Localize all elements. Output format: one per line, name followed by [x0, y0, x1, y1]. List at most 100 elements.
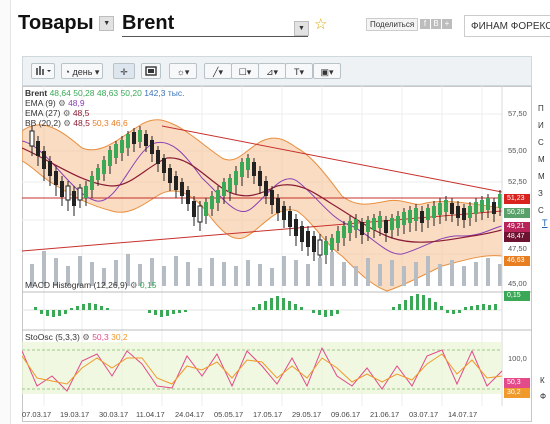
date-tick: 11.04.17 — [136, 410, 165, 419]
price-tick: 55,00 — [508, 146, 527, 155]
instrument-name: Brent — [122, 12, 175, 34]
legend-high: 50,28 — [73, 88, 95, 98]
bb-label: BB (20,2) — [25, 118, 61, 128]
favorite-star-icon[interactable]: ☆ — [314, 15, 327, 33]
macd-value: 0,15 — [139, 280, 157, 290]
bb-mid-value: 48,5 — [73, 118, 90, 128]
ema9-label: EMA (9) — [25, 98, 56, 108]
crosshair-icon: ✛ — [120, 67, 128, 77]
ema9-value: 48,9 — [68, 98, 85, 108]
bb-upper-value: 50,3 — [92, 118, 109, 128]
price-tag-bb-lower: 46,63 — [504, 256, 530, 266]
legend-open: 48,64 — [49, 88, 71, 98]
sto-top-tick: 100,0 — [508, 354, 527, 363]
date-tick: 24.04.17 — [175, 410, 205, 419]
chart-toolbar: ◔ день ▾ ✛ ☼▾ ╱▾ ☐▾ ⊿▾ T▾ ▣▾ — [22, 56, 532, 86]
instrument-selector[interactable]: Brent — [122, 12, 174, 35]
sto-k-tag: 50,3 — [504, 378, 530, 388]
macd-label: MACD Histogram (12,26,9) — [25, 280, 128, 290]
shapes-button[interactable]: ☐▾ — [231, 63, 259, 79]
legend-volume: 142,3 тыс. — [144, 88, 185, 98]
info-row: С — [538, 138, 544, 147]
page-title[interactable]: Товары ▼ — [18, 12, 115, 35]
clock-icon: ◔ — [64, 67, 70, 77]
price-tag-bb-upper: 49,21 — [504, 222, 530, 232]
fullscreen-button[interactable] — [141, 63, 161, 79]
right-panel-link[interactable]: Т — [542, 218, 548, 228]
fib-tools-button[interactable]: ⊿▾ — [258, 63, 286, 79]
info-row: П — [538, 104, 544, 113]
legend-sto[interactable]: StoOsc (5,3,3) ⚙ 50,3 30,2 — [25, 332, 128, 343]
bb-lower-value: 46,6 — [111, 118, 128, 128]
ema27-label: EMA (27) — [25, 108, 61, 118]
info-row: И — [538, 121, 544, 130]
bar-chart-icon — [36, 66, 51, 75]
legend-macd[interactable]: MACD Histogram (12,26,9) ⚙ 0,15 — [25, 280, 156, 291]
draw-line-icon: ╱▾ — [213, 67, 223, 77]
broker-search-field[interactable]: ФИНАМ ФОРЕКС — [464, 15, 550, 37]
ema9-settings-icon[interactable]: ⚙ — [58, 98, 66, 108]
info-row: С — [538, 206, 544, 215]
indicators-icon: ☼▾ — [176, 67, 190, 77]
left-rail — [0, 0, 11, 424]
image-export-icon: ▣▾ — [320, 67, 334, 77]
info-row: З — [538, 189, 543, 198]
price-tag-level: 51,23 — [504, 194, 530, 204]
image-export-button[interactable]: ▣▾ — [313, 63, 341, 79]
legend-bb[interactable]: BB (20,2) ⚙ 48,5 50,3 46,6 — [25, 118, 128, 129]
crosshair-button[interactable]: ✛ — [113, 63, 135, 79]
draw-line-button[interactable]: ╱▾ — [204, 63, 232, 79]
price-tag-last: 50,28 — [504, 208, 530, 218]
legend-main: Brent 48,64 50,28 48,63 50,20 142,3 тыс. — [25, 88, 184, 98]
price-tick: 47,50 — [508, 244, 527, 253]
chart-type-button[interactable] — [31, 63, 55, 79]
text-tool-button[interactable]: T▾ — [285, 63, 313, 79]
ema27-settings-icon[interactable]: ⚙ — [63, 108, 71, 118]
date-tick: 09.06.17 — [331, 410, 361, 419]
indicators-button[interactable]: ☼▾ — [169, 63, 197, 79]
date-tick: 07.03.17 — [22, 410, 52, 419]
category-dropdown-arrow-icon[interactable]: ▼ — [99, 16, 115, 32]
price-tag-ema: 48,47 — [504, 232, 530, 242]
fib-tools-icon: ⊿▾ — [265, 67, 279, 77]
facebook-share-icon[interactable]: f — [420, 19, 430, 29]
sto-k-value: 50,3 — [92, 332, 109, 342]
share-button[interactable]: Поделиться — [366, 18, 419, 31]
legend-low: 48,63 — [96, 88, 119, 98]
right-panel-bottom-1: К — [540, 376, 545, 385]
info-row: М — [538, 172, 545, 181]
period-button[interactable]: ◔ день ▾ — [61, 63, 103, 79]
sto-settings-icon[interactable]: ⚙ — [82, 332, 90, 342]
sto-label: StoOsc (5,3,3) — [25, 332, 80, 342]
instrument-underline — [122, 36, 308, 37]
text-tool-icon: T — [293, 67, 300, 77]
legend-close: 50,20 — [120, 88, 142, 98]
date-tick: 30.03.17 — [99, 410, 129, 419]
price-chart-svg[interactable] — [22, 86, 532, 422]
price-tick: 57,50 — [508, 109, 527, 118]
fullscreen-icon — [145, 66, 157, 76]
sto-d-value: 30,2 — [111, 332, 128, 342]
sto-d-tag: 30,2 — [504, 388, 530, 398]
price-tick: 52,50 — [508, 177, 527, 186]
right-panel-bottom-2: Ф — [540, 392, 547, 401]
category-title: Товары — [18, 12, 94, 34]
date-tick: 14.07.17 — [448, 410, 478, 419]
ema27-value: 48,5 — [72, 108, 90, 118]
bb-settings-icon[interactable]: ⚙ — [63, 118, 71, 128]
macd-histogram — [34, 294, 497, 317]
instrument-dropdown-arrow-icon[interactable]: ▼ — [294, 21, 309, 36]
vk-share-icon[interactable]: В — [431, 19, 441, 29]
macd-settings-icon[interactable]: ⚙ — [130, 280, 138, 290]
plus-share-icon[interactable]: + — [442, 19, 452, 29]
date-tick: 29.05.17 — [292, 410, 322, 419]
date-tick: 21.06.17 — [370, 410, 400, 419]
date-tick: 05.05.17 — [214, 410, 244, 419]
info-row: М — [538, 155, 545, 164]
date-tick: 19.03.17 — [60, 410, 90, 419]
legend-symbol: Brent — [25, 88, 48, 98]
date-tick: 03.07.17 — [409, 410, 439, 419]
right-info-panel: П И С М М З С — [538, 100, 550, 219]
date-tick: 17.05.17 — [253, 410, 283, 419]
price-tick: 45,00 — [508, 279, 527, 288]
